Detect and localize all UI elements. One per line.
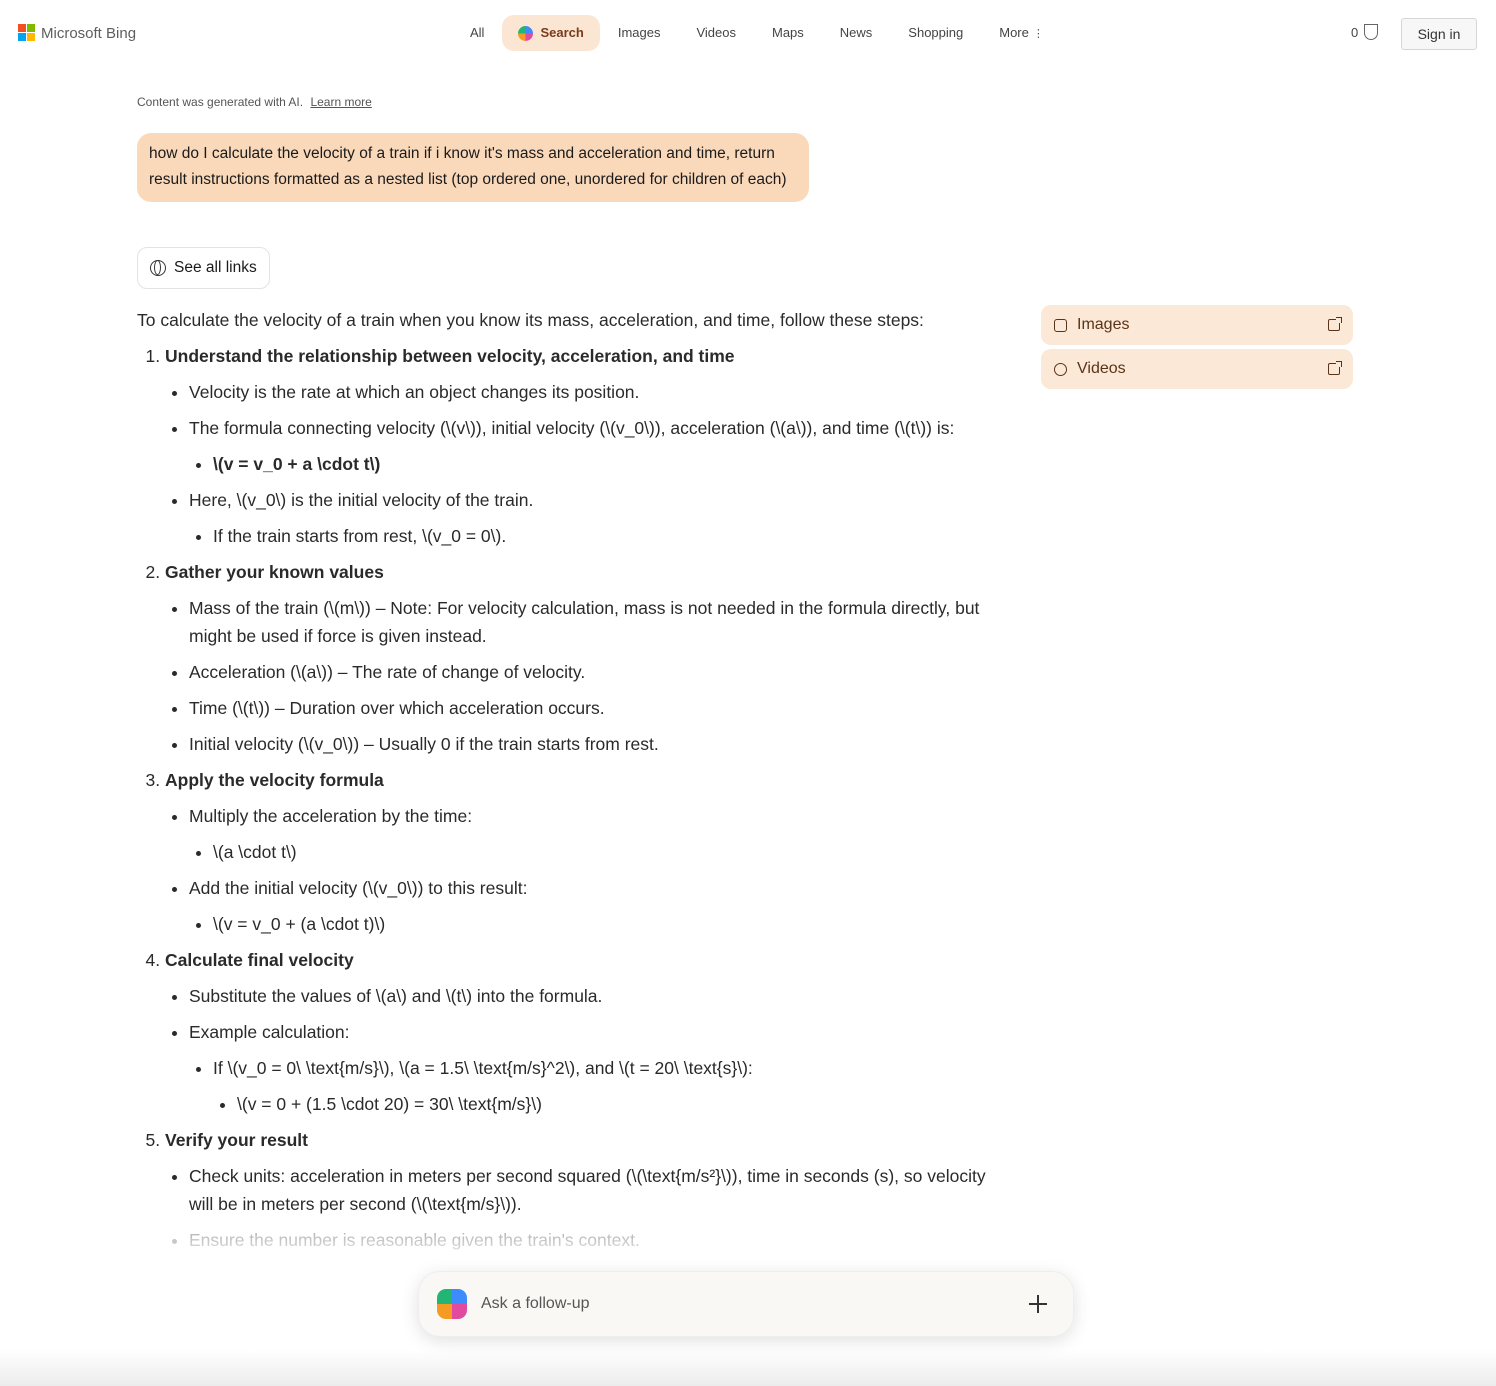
tab-all[interactable]: All: [452, 15, 502, 51]
formula-item: \(a \cdot t\): [213, 838, 997, 866]
list-item: Here, \(v_0\) is the initial velocity of…: [189, 486, 997, 550]
list-item: Add the initial velocity (\(v_0\)) to th…: [189, 874, 997, 938]
bottom-shade: [0, 1350, 1496, 1386]
step-title: Calculate final velocity: [165, 950, 354, 970]
list-item: Mass of the train (\(m\)) – Note: For ve…: [189, 594, 997, 650]
list-item: Initial velocity (\(v_0\)) – Usually 0 i…: [189, 730, 997, 758]
tab-more-label: More: [999, 25, 1029, 40]
external-link-icon: [1328, 361, 1342, 375]
tab-maps[interactable]: Maps: [754, 15, 822, 51]
sign-in-button[interactable]: Sign in: [1401, 18, 1477, 50]
step-item: Calculate final velocity Substitute the …: [165, 946, 997, 1118]
step-title: Gather your known values: [165, 562, 384, 582]
side-images-link[interactable]: Images: [1041, 305, 1353, 345]
copilot-icon: [518, 25, 534, 41]
plus-icon[interactable]: [1027, 1293, 1049, 1315]
list-item: Acceleration (\(a\)) – The rate of chang…: [189, 658, 997, 686]
more-dots-icon: ⋮: [1032, 28, 1044, 40]
learn-more-link[interactable]: Learn more: [310, 95, 371, 109]
list-item: Example calculation: If \(v_0 = 0\ \text…: [189, 1018, 997, 1118]
step-item: Gather your known values Mass of the tra…: [165, 558, 997, 758]
step-title: Apply the velocity formula: [165, 770, 384, 790]
tab-videos[interactable]: Videos: [678, 15, 754, 51]
followup-input[interactable]: [479, 1294, 1027, 1314]
tab-news[interactable]: News: [822, 15, 891, 51]
sub-list-item: If the train starts from rest, \(v_0 = 0…: [213, 522, 997, 550]
video-icon: [1054, 362, 1067, 376]
tab-more[interactable]: More ⋮: [981, 15, 1062, 51]
step-item: Apply the velocity formula Multiply the …: [165, 766, 997, 938]
list-item-text: The formula connecting velocity (\(v\)),…: [189, 418, 955, 438]
tab-search[interactable]: Search: [502, 15, 600, 51]
step-item: Verify your result Check units: accelera…: [165, 1126, 997, 1254]
tab-search-label: Search: [540, 25, 584, 40]
answer-intro: To calculate the velocity of a train whe…: [137, 310, 924, 330]
side-videos-label: Videos: [1077, 360, 1126, 377]
list-item: Multiply the acceleration by the time: \…: [189, 802, 997, 866]
step-title: Understand the relationship between velo…: [165, 346, 735, 366]
image-icon: [1054, 318, 1067, 332]
side-panel: Images Videos: [1041, 305, 1353, 393]
list-item: Ensure the number is reasonable given th…: [189, 1226, 997, 1254]
side-videos-link[interactable]: Videos: [1041, 349, 1353, 389]
list-item: Substitute the values of \(a\) and \(t\)…: [189, 982, 997, 1010]
copilot-icon: [437, 1289, 467, 1319]
formula-item: \(v = 0 + (1.5 \cdot 20) = 30\ \text{m/s…: [237, 1090, 997, 1118]
formula-item: \(v = v_0 + a \cdot t\): [213, 450, 997, 478]
sub-list-item-text: If \(v_0 = 0\ \text{m/s}\), \(a = 1.5\ \…: [213, 1058, 753, 1078]
microsoft-logo-icon: [18, 24, 36, 42]
see-all-links-label: See all links: [174, 259, 257, 276]
external-link-icon: [1328, 317, 1342, 331]
logo-text: Microsoft Bing: [41, 24, 137, 42]
see-all-links-button[interactable]: See all links: [137, 247, 270, 289]
list-item-text: Example calculation:: [189, 1022, 350, 1042]
step-title: Verify your result: [165, 1130, 308, 1150]
sub-list-item: If \(v_0 = 0\ \text{m/s}\), \(a = 1.5\ \…: [213, 1054, 997, 1118]
list-item: Check units: acceleration in meters per …: [189, 1162, 997, 1218]
user-query-bubble: how do I calculate the velocity of a tra…: [137, 133, 809, 202]
formula-item: \(v = v_0 + (a \cdot t)\): [213, 910, 997, 938]
followup-box: [418, 1271, 1074, 1337]
rewards-medal-icon: [1364, 24, 1379, 40]
tab-shopping[interactable]: Shopping: [890, 15, 981, 51]
ai-notice-text: Content was generated with AI.: [137, 95, 304, 109]
bing-logo[interactable]: Microsoft Bing: [18, 24, 136, 42]
list-item-text: Add the initial velocity (\(v_0\)) to th…: [189, 878, 528, 898]
top-header: Microsoft Bing All Search Images Videos …: [0, 0, 1496, 66]
side-images-label: Images: [1077, 316, 1130, 333]
list-item-text: Here, \(v_0\) is the initial velocity of…: [189, 490, 534, 510]
steps-list: Understand the relationship between velo…: [137, 342, 997, 1254]
tab-images[interactable]: Images: [600, 15, 679, 51]
ai-answer: To calculate the velocity of a train whe…: [137, 306, 997, 1262]
rewards-count: 0: [1351, 24, 1359, 40]
step-item: Understand the relationship between velo…: [165, 342, 997, 550]
nav-tabs: All Search Images Videos Maps News Shopp…: [452, 15, 1062, 51]
list-item: The formula connecting velocity (\(v\)),…: [189, 414, 997, 478]
list-item: Velocity is the rate at which an object …: [189, 378, 997, 406]
list-item-text: Multiply the acceleration by the time:: [189, 806, 473, 826]
globe-icon: [150, 260, 166, 276]
rewards-button[interactable]: 0: [1351, 24, 1379, 40]
ai-notice: Content was generated with AI. Learn mor…: [137, 95, 372, 109]
list-item: Time (\(t\)) – Duration over which accel…: [189, 694, 997, 722]
